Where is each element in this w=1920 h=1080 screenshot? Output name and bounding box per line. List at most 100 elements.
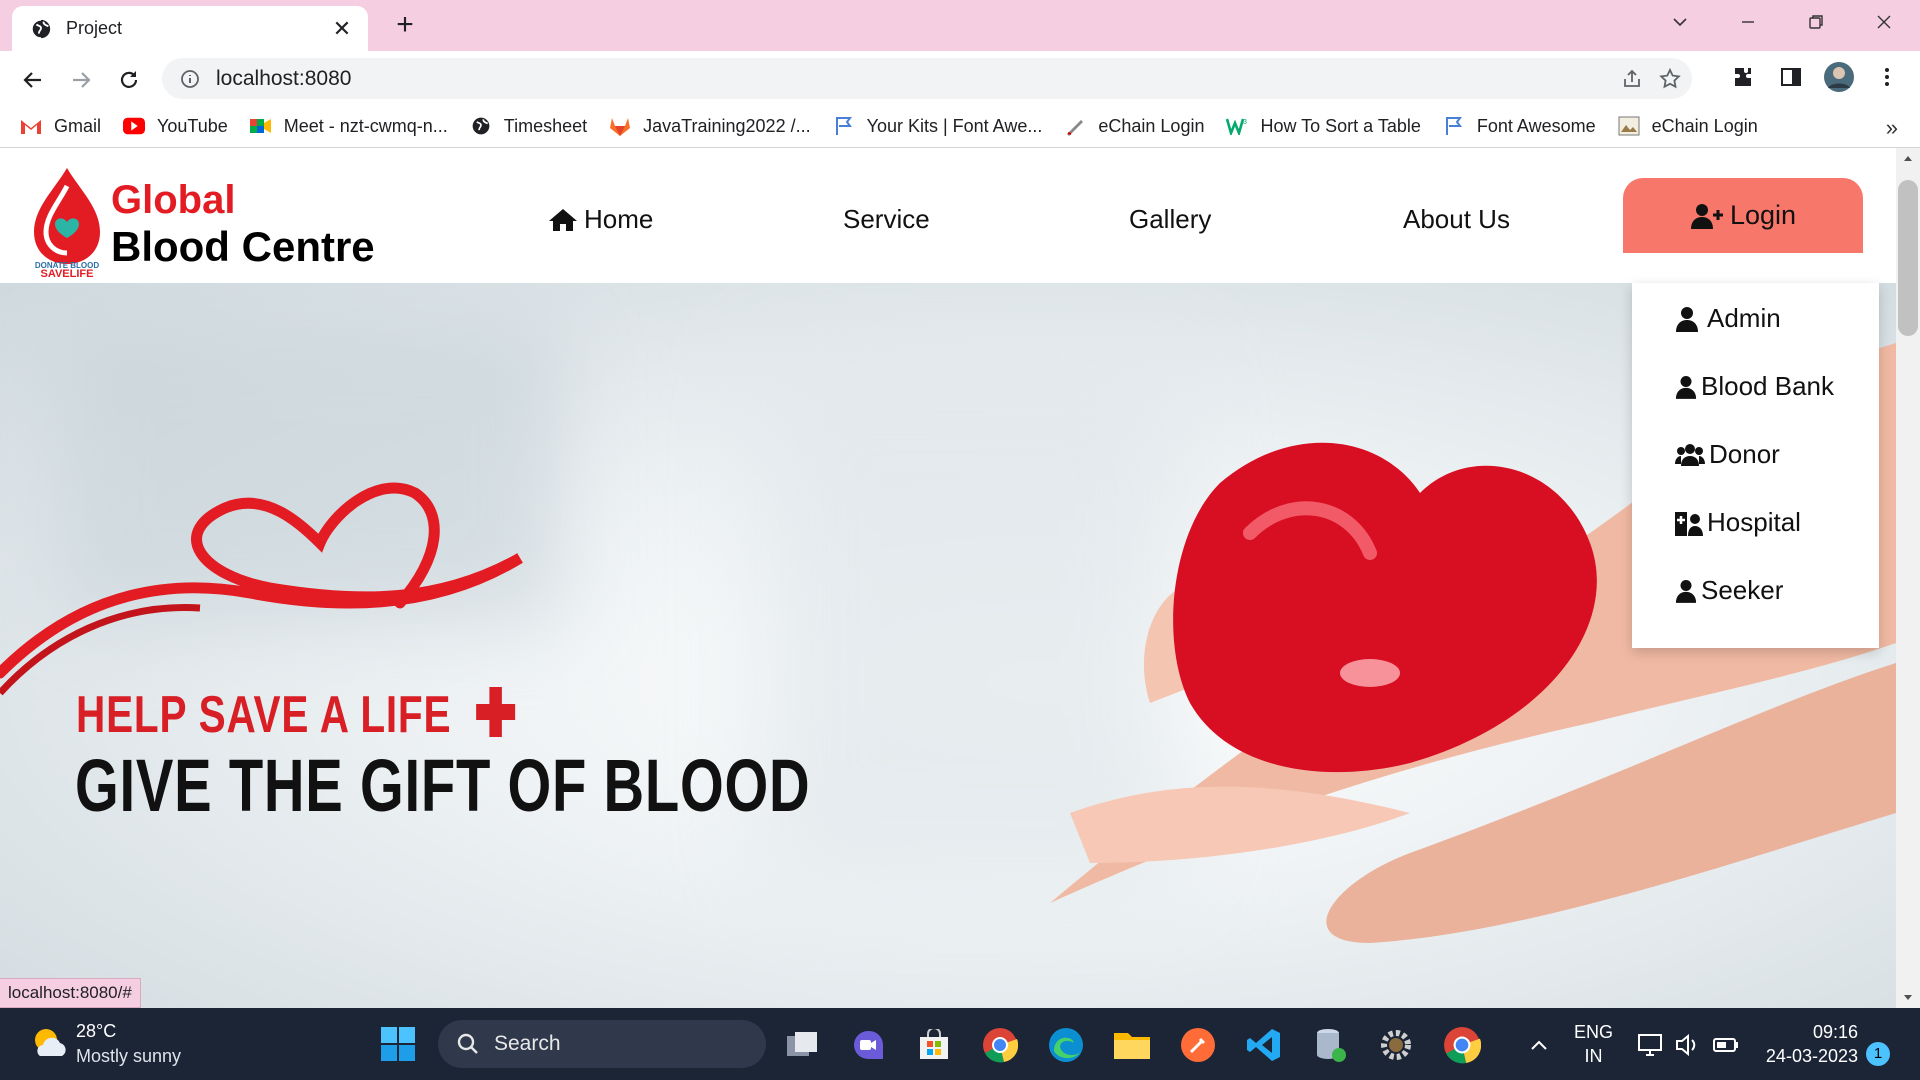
nav-label: Service <box>843 204 930 234</box>
bookmark-gmail[interactable]: Gmail <box>20 115 101 137</box>
nav-gallery[interactable]: Gallery <box>1129 204 1211 235</box>
globe-icon <box>30 18 51 39</box>
scroll-down-arrow-icon[interactable] <box>1896 988 1920 1008</box>
menu-kebab-icon[interactable] <box>1870 60 1904 94</box>
bookmark-label: eChain Login <box>1651 115 1758 136</box>
bookmark-meet[interactable]: Meet - nzt-cwmq-n... <box>249 115 448 137</box>
bookmark-timesheet[interactable]: Timesheet <box>470 115 587 137</box>
dropdown-item-hospital[interactable]: Hospital <box>1675 507 1801 538</box>
user-icon <box>1676 306 1698 332</box>
nav-about-us[interactable]: About Us <box>1403 204 1510 235</box>
teams-chat-icon[interactable] <box>848 1025 888 1065</box>
nav-label: Home <box>584 204 654 234</box>
language-code: ENG <box>1574 1022 1614 1042</box>
info-icon[interactable] <box>180 69 200 89</box>
tab-title: Project <box>66 18 123 38</box>
weather-condition[interactable]: Mostly sunny <box>76 1046 181 1067</box>
dropdown-item-admin[interactable]: Admin <box>1675 303 1781 334</box>
edge-icon[interactable] <box>1046 1025 1086 1065</box>
bookmark-your-kits[interactable]: Your Kits | Font Awe... <box>833 115 1043 137</box>
chrome-icon[interactable] <box>980 1025 1020 1065</box>
tray-chevron-up-icon[interactable] <box>1519 1025 1559 1065</box>
nav-label: Gallery <box>1129 204 1212 234</box>
network-icon[interactable] <box>1630 1025 1670 1065</box>
restore-button[interactable] <box>1788 0 1844 44</box>
browser-tab[interactable]: Project ✕ <box>12 6 368 51</box>
notification-badge[interactable]: 1 <box>1866 1042 1890 1066</box>
bookmark-sort-table[interactable]: 3 How To Sort a Table <box>1226 115 1421 137</box>
bookmark-label: JavaTraining2022 /... <box>643 115 811 136</box>
bookmark-echain-2[interactable]: eChain Login <box>1618 115 1758 137</box>
bookmark-label: Your Kits | Font Awe... <box>866 115 1043 136</box>
dropdown-label: Hospital <box>1707 507 1801 537</box>
back-button[interactable] <box>16 63 50 97</box>
bookmark-javatraining[interactable]: JavaTraining2022 /... <box>609 115 811 137</box>
bookmark-star-icon[interactable] <box>1658 67 1682 91</box>
profile-avatar[interactable] <box>1822 60 1856 94</box>
nav-home[interactable]: Home <box>548 204 653 235</box>
close-window-button[interactable] <box>1856 0 1912 44</box>
red-cross-icon <box>474 685 516 752</box>
volume-icon[interactable] <box>1668 1025 1708 1065</box>
minimize-button[interactable] <box>1720 0 1776 44</box>
user-plus-icon <box>1690 203 1723 229</box>
dropdown-item-donor[interactable]: Donor <box>1675 439 1780 470</box>
bookmark-echain[interactable]: eChain Login <box>1064 115 1204 137</box>
nav-service[interactable]: Service <box>843 204 930 235</box>
task-view-icon[interactable] <box>783 1025 823 1065</box>
forward-button[interactable] <box>64 63 98 97</box>
reload-button[interactable] <box>112 63 146 97</box>
globe-icon <box>470 115 492 137</box>
chrome-active-icon[interactable] <box>1442 1025 1482 1065</box>
start-windows-icon[interactable] <box>378 1024 418 1064</box>
bookmark-label: Timesheet <box>503 115 588 136</box>
scrollbar-thumb[interactable] <box>1898 180 1918 336</box>
home-icon <box>549 208 577 231</box>
dropdown-label: Admin <box>1707 303 1781 333</box>
clock[interactable]: 09:16 24-03-2023 <box>1762 1020 1858 1068</box>
forward-arrow-icon <box>73 72 91 88</box>
close-tab-icon[interactable]: ✕ <box>330 16 354 42</box>
login-label: Login <box>1729 200 1797 230</box>
store-icon[interactable] <box>914 1025 954 1065</box>
language-indicator[interactable]: ENG IN <box>1574 1020 1613 1068</box>
tab-search-icon[interactable] <box>1652 0 1708 44</box>
settings-gear-icon[interactable] <box>1376 1025 1416 1065</box>
postman-icon[interactable] <box>1178 1025 1218 1065</box>
weather-sunny-icon[interactable] <box>28 1022 68 1062</box>
browser-toolbar: localhost:8080 <box>0 51 1920 105</box>
more-bookmarks-chevron-icon[interactable]: » <box>1886 115 1898 141</box>
bookmark-label: Font Awesome <box>1476 115 1596 136</box>
extensions-icon[interactable] <box>1726 60 1760 94</box>
users-icon <box>1675 443 1705 466</box>
bookmarks-bar: Gmail YouTube Meet - nzt-cwmq-n... Times… <box>0 105 1920 148</box>
scroll-up-arrow-icon[interactable] <box>1896 148 1920 168</box>
login-button[interactable]: Login <box>1623 178 1863 253</box>
search-placeholder: Search <box>494 1032 561 1055</box>
tab-strip: Project ✕ + <box>0 0 1920 51</box>
file-explorer-icon[interactable] <box>1112 1025 1152 1065</box>
user-icon <box>1675 579 1697 603</box>
bookmark-font-awesome[interactable]: Font Awesome <box>1443 115 1596 137</box>
dropdown-label: Blood Bank <box>1701 371 1834 401</box>
web-page: DONATE BLOOD SAVELIFE Global Blood Centr… <box>0 148 1896 1008</box>
dropdown-item-blood-bank[interactable]: Blood Bank <box>1675 371 1834 402</box>
vscode-icon[interactable] <box>1244 1025 1284 1065</box>
ribbon-heart-graphic <box>0 482 523 696</box>
login-dropdown-menu: Admin Blood Bank Donor Hospital Seeker <box>1632 283 1879 648</box>
address-bar[interactable]: localhost:8080 <box>162 58 1692 99</box>
battery-icon[interactable] <box>1706 1025 1746 1065</box>
hero-banner: HELP SAVE A LIFE GIVE THE GIFT OF BLOOD <box>0 283 1896 1008</box>
weather-temperature[interactable]: 28°C <box>76 1021 116 1042</box>
bookmark-label: How To Sort a Table <box>1260 115 1421 136</box>
taskbar-search[interactable]: Search <box>438 1020 766 1068</box>
logo-text: SAVELIFE <box>41 268 94 278</box>
url-text[interactable]: localhost:8080 <box>216 67 351 91</box>
dropdown-item-seeker[interactable]: Seeker <box>1675 575 1783 606</box>
share-icon[interactable] <box>1620 67 1644 91</box>
database-tool-icon[interactable] <box>1310 1025 1350 1065</box>
side-panel-icon[interactable] <box>1774 60 1808 94</box>
bookmark-youtube[interactable]: YouTube <box>123 115 228 137</box>
hospital-user-icon <box>1675 511 1703 536</box>
new-tab-button[interactable]: + <box>388 9 422 43</box>
